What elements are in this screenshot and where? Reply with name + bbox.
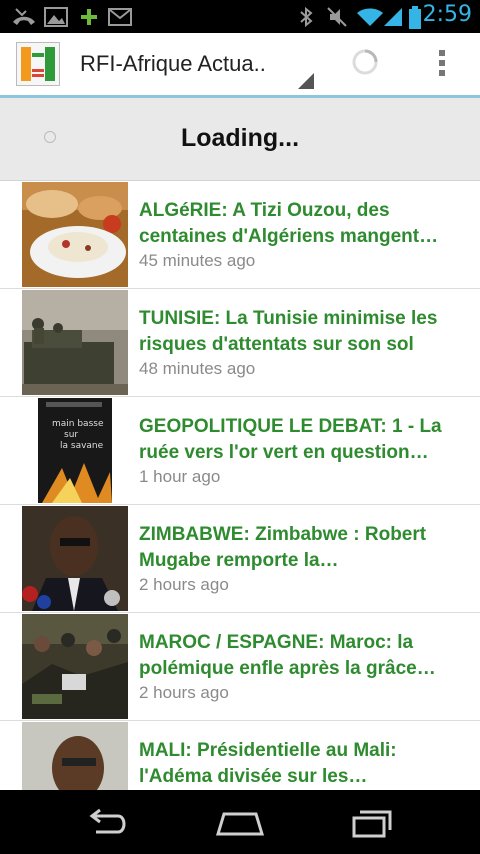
bluetooth-icon: [300, 6, 313, 28]
overflow-menu-icon[interactable]: [432, 47, 452, 81]
home-icon[interactable]: [214, 806, 266, 840]
article-title[interactable]: ZIMBABWE: Zimbabwe : Robert Mugabe rempo…: [139, 522, 467, 574]
article-title[interactable]: GEOPOLITIQUE LE DEBAT: 1 - La ruée vers …: [139, 414, 467, 466]
list-item[interactable]: TUNISIE: La Tunisie minimise les risques…: [0, 289, 480, 397]
police-crowd-photo: [22, 614, 128, 719]
app-title[interactable]: RFI-Afrique Actua..: [80, 51, 266, 77]
article-time: 2 hours ago: [139, 683, 229, 702]
signal-icon: [384, 8, 402, 26]
list-item[interactable]: MALI: Présidentielle au Mali: l'Adéma di…: [0, 721, 480, 790]
battery-icon: [409, 6, 421, 29]
article-title[interactable]: MALI: Présidentielle au Mali: l'Adéma di…: [139, 738, 467, 790]
food-photo: [22, 182, 128, 287]
image-icon: [44, 7, 68, 27]
action-bar: RFI-Afrique Actua..: [0, 33, 480, 98]
mute-icon: [327, 7, 347, 27]
soldiers-photo: [22, 290, 128, 395]
recent-apps-icon[interactable]: [350, 806, 398, 840]
dropdown-indicator-icon[interactable]: [298, 73, 314, 89]
man-portrait-photo: [22, 722, 128, 790]
app-logo-icon[interactable]: [16, 42, 60, 86]
news-list[interactable]: ALGéRIE: A Tizi Ouzou, des centaines d'A…: [0, 181, 480, 790]
svg-text:la savane: la savane: [60, 441, 104, 451]
navigation-bar: [0, 790, 480, 854]
article-time: 1 hour ago: [139, 467, 221, 486]
article-time: 48 minutes ago: [139, 359, 256, 378]
article-title[interactable]: TUNISIE: La Tunisie minimise les risques…: [139, 306, 467, 358]
gmail-icon: [108, 8, 132, 26]
wifi-icon: [357, 8, 383, 26]
article-title[interactable]: MAROC / ESPAGNE: Maroc: la polémique enf…: [139, 630, 467, 682]
mugabe-photo: [22, 506, 128, 611]
missed-call-icon: [13, 8, 35, 25]
list-item[interactable]: ZIMBABWE: Zimbabwe : Robert Mugabe rempo…: [0, 505, 480, 613]
book-cover-photo: main basse sur la savane: [22, 398, 128, 503]
clock: 2:59: [422, 2, 472, 27]
list-item[interactable]: ALGéRIE: A Tizi Ouzou, des centaines d'A…: [0, 181, 480, 289]
svg-text:main basse: main basse: [52, 419, 104, 429]
progress-spinner-icon: [352, 49, 378, 75]
plus-icon: [81, 9, 97, 25]
back-icon[interactable]: [82, 806, 130, 840]
loading-text: Loading...: [180, 124, 300, 152]
list-item[interactable]: main basse sur la savane GEOPOLITIQUE LE…: [0, 397, 480, 505]
article-title[interactable]: ALGéRIE: A Tizi Ouzou, des centaines d'A…: [139, 198, 467, 250]
article-time: 45 minutes ago: [139, 251, 256, 270]
list-item[interactable]: MAROC / ESPAGNE: Maroc: la polémique enf…: [0, 613, 480, 721]
loading-header: Loading...: [0, 98, 480, 181]
status-bar: 2:59: [0, 0, 480, 33]
article-time: 2 hours ago: [139, 575, 229, 594]
svg-text:sur: sur: [64, 430, 78, 440]
